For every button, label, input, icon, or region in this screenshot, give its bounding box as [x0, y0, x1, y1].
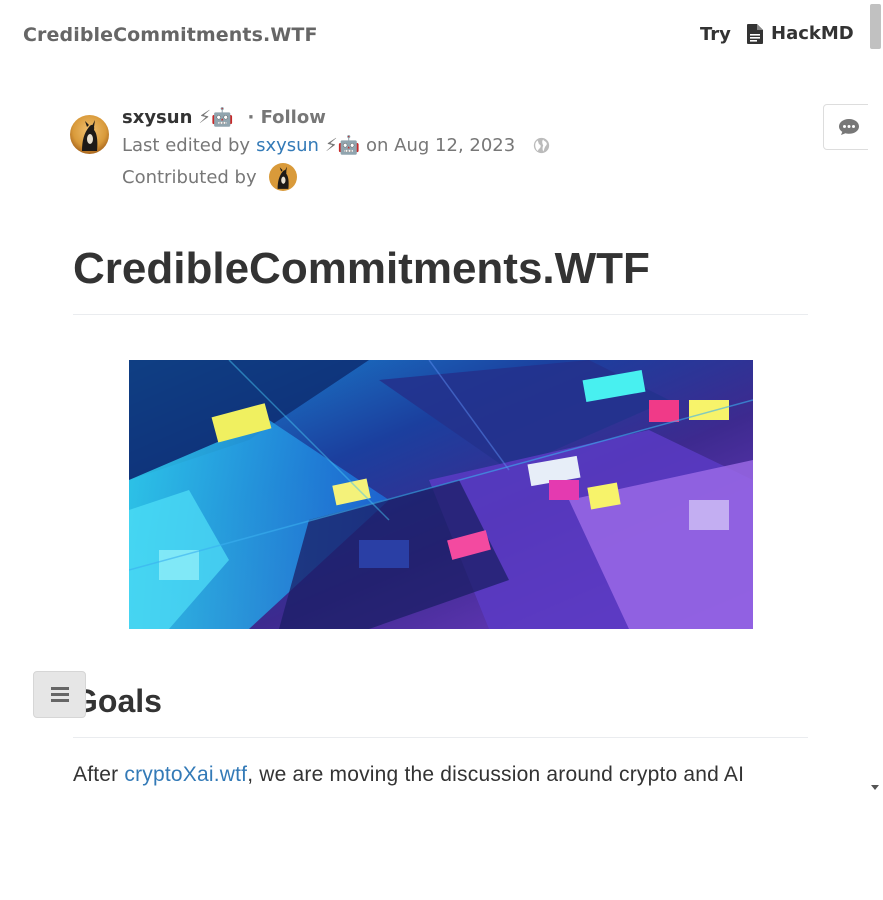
last-edited-prefix: Last edited by: [122, 135, 251, 156]
contributor-avatar[interactable]: [268, 163, 297, 191]
follow-link[interactable]: · Follow: [247, 107, 325, 128]
toc-toggle-button[interactable]: [33, 671, 86, 718]
last-edited-line: Last edited by sxysun ⚡🤖 on Aug 12, 2023: [122, 135, 550, 156]
menu-icon: [50, 687, 69, 702]
last-edited-date: on Aug 12, 2023: [366, 135, 516, 156]
section-heading-goals: Goals: [73, 683, 162, 719]
contributed-by-label: Contributed by: [122, 166, 257, 188]
author-line: sxysun ⚡🤖 · Follow: [122, 107, 326, 128]
title-divider: [73, 314, 808, 315]
last-edited-emojis: ⚡🤖: [324, 135, 361, 156]
scrollbar-thumb[interactable]: [870, 4, 881, 49]
comment-button[interactable]: [823, 104, 868, 150]
para-suffix: , we are moving the discussion around cr…: [247, 763, 745, 786]
cryptoxai-link[interactable]: cryptoXai.wtf: [124, 763, 247, 786]
hackmd-label: HackMD: [771, 23, 854, 44]
comment-icon: [839, 119, 859, 135]
author-name[interactable]: sxysun: [122, 107, 192, 128]
contributors-line: Contributed by: [122, 163, 297, 191]
author-avatar[interactable]: [70, 115, 109, 154]
globe-icon[interactable]: [533, 137, 550, 154]
page-title: CredibleCommitments.WTF: [73, 244, 650, 293]
vertical-scrollbar[interactable]: [868, 0, 883, 793]
file-icon: [747, 23, 763, 44]
top-navbar: CredibleCommitments.WTF Try HackMD: [0, 0, 868, 72]
author-emojis: ⚡🤖: [198, 107, 234, 128]
hackmd-link[interactable]: HackMD: [747, 23, 854, 44]
try-button[interactable]: Try: [700, 24, 731, 45]
page-viewport: CredibleCommitments.WTF Try HackMD sxysu…: [0, 0, 868, 793]
brand-link[interactable]: CredibleCommitments.WTF: [23, 24, 318, 46]
heading-divider: [73, 737, 808, 738]
hero-image: [129, 360, 753, 629]
scroll-down-arrow[interactable]: [871, 785, 879, 790]
para-prefix: After: [73, 763, 125, 786]
goals-paragraph: After cryptoXai.wtf, we are moving the d…: [73, 763, 744, 787]
last-edited-user-link[interactable]: sxysun: [256, 135, 319, 156]
